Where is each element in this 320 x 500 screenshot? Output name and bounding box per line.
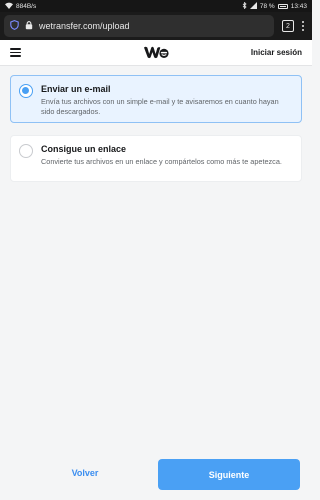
radio-link[interactable] xyxy=(19,144,33,158)
browser-menu-icon[interactable] xyxy=(298,20,308,32)
battery-icon xyxy=(277,3,288,9)
lock-icon xyxy=(25,20,33,32)
back-button[interactable]: Volver xyxy=(50,462,120,484)
clock: 13:43 xyxy=(290,2,307,10)
network-speed: 884B/s xyxy=(16,2,37,10)
option-link[interactable]: Consigue un enlace Convierte tus archivo… xyxy=(10,135,302,182)
option-email-description: Envía tus archivos con un simple e-mail … xyxy=(41,97,279,116)
app-header: Iniciar sesión xyxy=(0,40,312,66)
option-email[interactable]: Enviar un e-mail Envía tus archivos con … xyxy=(10,75,302,123)
option-email-title: Enviar un e-mail xyxy=(41,84,111,94)
status-bar: 884B/s 78 % 13:43 xyxy=(0,0,312,12)
wifi-icon xyxy=(5,2,13,11)
option-link-title: Consigue un enlace xyxy=(41,144,127,154)
next-button[interactable]: Siguiente xyxy=(158,459,300,490)
shield-icon[interactable] xyxy=(10,20,19,32)
tabs-button[interactable]: 2 xyxy=(282,20,294,32)
address-bar[interactable]: wetransfer.com/upload xyxy=(4,15,274,37)
browser-toolbar: wetransfer.com/upload 2 xyxy=(0,12,312,40)
signal-icon xyxy=(249,1,257,11)
option-link-description: Convierte tus archivos en un enlace y co… xyxy=(41,157,282,166)
login-link[interactable]: Iniciar sesión xyxy=(251,48,302,57)
battery-percent: 78 % xyxy=(259,2,275,10)
wetransfer-logo[interactable] xyxy=(143,44,169,65)
bluetooth-icon xyxy=(242,1,247,11)
radio-email[interactable] xyxy=(19,84,33,98)
url-text: wetransfer.com/upload xyxy=(39,21,130,31)
hamburger-menu-icon[interactable] xyxy=(10,48,21,57)
